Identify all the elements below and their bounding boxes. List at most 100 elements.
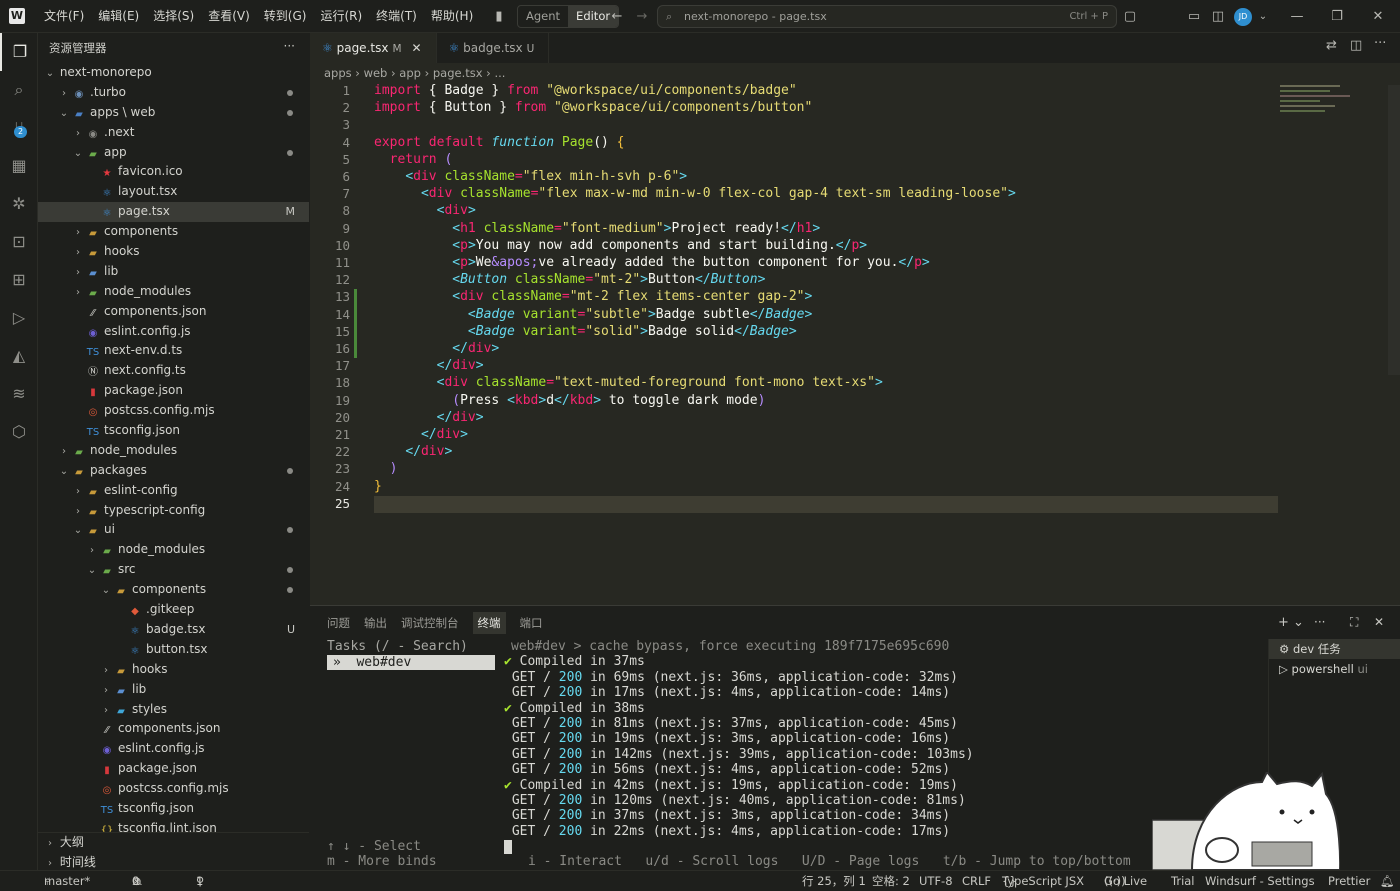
indentation[interactable]: 空格: 2: [872, 871, 910, 891]
tree-item[interactable]: › ▰ hooks: [38, 660, 309, 680]
tree-item[interactable]: › ▰ lib: [38, 262, 309, 282]
tree-item[interactable]: ⚛ layout.tsx: [38, 182, 309, 202]
tree-item[interactable]: › ▰ node_modules: [38, 282, 309, 302]
menu-item[interactable]: 帮助(H): [424, 9, 480, 23]
terminal-instance[interactable]: ▷ powershell ui: [1269, 659, 1400, 679]
panel-more-icon[interactable]: ···: [1314, 615, 1325, 629]
menu-item[interactable]: 选择(S): [146, 9, 201, 23]
menu-item[interactable]: 编辑(E): [91, 9, 146, 23]
split-editor-icon[interactable]: ◫: [1350, 38, 1362, 53]
menu-item[interactable]: 文件(F): [37, 9, 91, 23]
breadcrumb-item[interactable]: web: [364, 66, 388, 80]
tree-item[interactable]: ⌄ ▰ ui: [38, 520, 309, 540]
debug-icon[interactable]: ✲: [0, 185, 38, 223]
minimap[interactable]: [1280, 83, 1360, 127]
tree-item[interactable]: ⚛ badge.tsx U: [38, 620, 309, 640]
tab-badge-tsx[interactable]: ⚛ badge.tsx U: [437, 33, 550, 63]
panel-tab[interactable]: 端口: [520, 615, 543, 631]
tree-item[interactable]: › ▰ components: [38, 222, 309, 242]
line-ending[interactable]: CRLF: [962, 871, 991, 891]
menu-item[interactable]: 运行(R): [313, 9, 369, 23]
tree-item[interactable]: › ▰ hooks: [38, 242, 309, 262]
toggle-secondary-sidebar-icon[interactable]: ◫: [1206, 0, 1230, 33]
breadcrumb-item[interactable]: apps: [324, 66, 352, 80]
breadcrumb-item[interactable]: page.tsx: [433, 66, 483, 80]
tree-item[interactable]: › ◉ .next: [38, 123, 309, 143]
tree-item[interactable]: ◎ postcss.config.mjs: [38, 401, 309, 421]
remote-icon[interactable]: ⊡: [0, 223, 38, 261]
tree-item[interactable]: › ◉ .turbo: [38, 83, 309, 103]
map-icon[interactable]: ▦: [0, 147, 38, 185]
tree-item[interactable]: ★ favicon.ico: [38, 162, 309, 182]
panel-tab[interactable]: 输出: [364, 615, 387, 631]
tree-item[interactable]: ⌄ ▰ src: [38, 560, 309, 580]
more-actions-icon[interactable]: ···: [284, 39, 295, 53]
task-item-selected[interactable]: » web#dev: [327, 655, 495, 670]
tree-item[interactable]: ⌄ ▰ components: [38, 580, 309, 600]
tree-item[interactable]: Ⓝnext.config.ts: [38, 361, 309, 381]
tree-item[interactable]: › ▰ node_modules: [38, 540, 309, 560]
tree-item[interactable]: › ▰ typescript-config: [38, 501, 309, 521]
back-arrow-icon[interactable]: ←: [605, 0, 629, 33]
forward-arrow-icon[interactable]: →: [630, 0, 654, 33]
tree-item[interactable]: › ▰ lib: [38, 680, 309, 700]
tree-item[interactable]: › ▰ node_modules: [38, 441, 309, 461]
toggle-sidebar-icon[interactable]: ▮: [487, 0, 511, 33]
tree-item[interactable]: ⌄ ▰ apps \ web: [38, 103, 309, 123]
box-icon[interactable]: ⬡: [0, 413, 38, 451]
maximize-panel-icon[interactable]: ⛶: [1350, 615, 1358, 630]
prettier-item[interactable]: Prettier: [1328, 871, 1370, 891]
new-terminal-icon[interactable]: + ⌄: [1278, 615, 1304, 630]
tree-item[interactable]: ⚛ button.tsx: [38, 640, 309, 660]
run-icon[interactable]: ▷: [0, 299, 38, 337]
breadcrumb-item[interactable]: app: [399, 66, 421, 80]
tree-item[interactable]: TS tsconfig.json: [38, 421, 309, 441]
minimize-icon[interactable]: —: [1285, 0, 1309, 33]
tree-item[interactable]: ⌄ ▰ packages: [38, 461, 309, 481]
tree-item[interactable]: ⌄ next-monorepo: [38, 63, 309, 83]
editor-scrollbar[interactable]: [1388, 85, 1400, 375]
panel-tab[interactable]: 调试控制台: [401, 615, 459, 631]
close-tab-icon[interactable]: ✕: [412, 41, 422, 55]
avatar[interactable]: JD: [1234, 8, 1252, 26]
toggle-panel-icon[interactable]: ▭: [1182, 0, 1206, 33]
terminal-output[interactable]: Tasks (/ - Search)» web#dev web#dev > cac…: [310, 639, 1270, 869]
windsurf-icon[interactable]: ≋: [0, 375, 38, 413]
menu-item[interactable]: 终端(T): [369, 9, 424, 23]
cursor-position[interactable]: 行 25，列 1: [802, 871, 866, 891]
editor-more-icon[interactable]: ···: [1374, 36, 1386, 51]
tree-item[interactable]: ⁄⁄ components.json: [38, 302, 309, 322]
tree-item[interactable]: › ▰ eslint-config: [38, 481, 309, 501]
tree-item[interactable]: ◆ .gitkeep: [38, 600, 309, 620]
command-search-input[interactable]: ⌕ next-monorepo - page.tsx Ctrl + P: [657, 5, 1117, 28]
tree-item[interactable]: ◎ postcss.config.mjs: [38, 779, 309, 799]
agent-mode-button[interactable]: Agent: [518, 6, 568, 27]
tree-item[interactable]: › ▰ styles: [38, 700, 309, 720]
tree-item[interactable]: ◉ eslint.config.js: [38, 739, 309, 759]
menu-item[interactable]: 转到(G): [257, 9, 314, 23]
bell-icon[interactable]: 🔔︎: [1380, 871, 1395, 891]
tree-item[interactable]: ⌄ ▰ app: [38, 143, 309, 163]
tree-item[interactable]: ⚛ page.tsx M: [38, 202, 309, 223]
breadcrumb-item[interactable]: ...: [494, 66, 505, 80]
windsurf-settings[interactable]: Windsurf - Settings: [1205, 871, 1315, 891]
compare-icon[interactable]: ⇄: [1326, 38, 1337, 53]
terminal-instance[interactable]: ⚙ dev 任务: [1269, 639, 1400, 659]
panel-tab[interactable]: 终端: [472, 611, 506, 634]
close-window-icon[interactable]: ✕: [1366, 0, 1390, 33]
outline-section[interactable]: › 大纲: [38, 833, 309, 853]
tab-page-tsx[interactable]: ⚛ page.tsx M ✕: [310, 33, 437, 63]
panel-tab[interactable]: 问题: [327, 615, 350, 631]
restore-icon[interactable]: ❐: [1325, 0, 1349, 33]
close-panel-icon[interactable]: ✕: [1374, 615, 1384, 629]
tree-item[interactable]: TS next-env.d.ts: [38, 341, 309, 361]
deploy-icon[interactable]: ◭: [0, 337, 38, 375]
menu-item[interactable]: 查看(V): [201, 9, 257, 23]
search-view-icon[interactable]: ⌕: [0, 71, 38, 109]
tree-item[interactable]: ◉ eslint.config.js: [38, 322, 309, 342]
encoding[interactable]: UTF-8: [919, 871, 953, 891]
explorer-icon[interactable]: ❐: [0, 33, 38, 71]
tree-item[interactable]: TS tsconfig.json: [38, 799, 309, 819]
trial-label[interactable]: Trial: [1171, 871, 1195, 891]
chat-icon[interactable]: ▢: [1118, 0, 1142, 33]
